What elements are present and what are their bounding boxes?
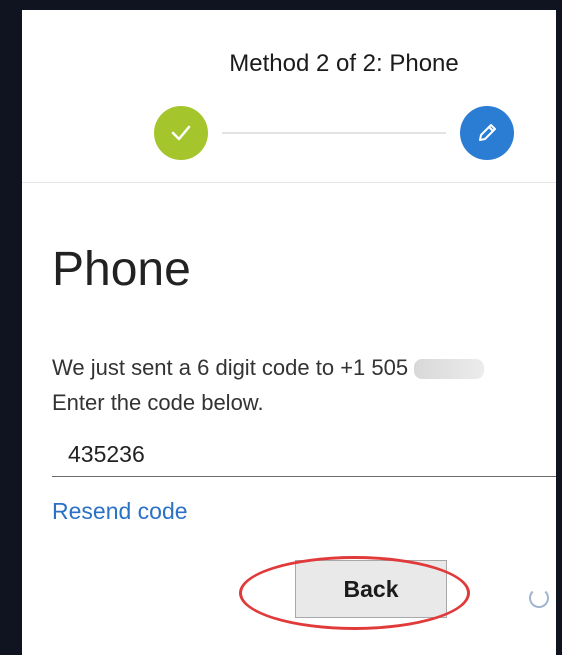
redacted-phone-number (414, 359, 485, 380)
step-2-current (460, 106, 514, 160)
message-line-2: Enter the code below. (52, 390, 264, 415)
back-button[interactable]: Back (295, 560, 447, 618)
method-title: Method 2 of 2: Phone (229, 50, 459, 77)
progress-header: Method 2 of 2: Phone (22, 10, 556, 183)
instruction-text: We just sent a 6 digit code to +1 505 En… (52, 350, 552, 420)
message-line-1: We just sent a 6 digit code to +1 505 (52, 350, 552, 385)
step-1-complete (154, 106, 208, 160)
check-icon (171, 125, 191, 141)
page-title: Phone (52, 243, 191, 296)
message-line-1-text: We just sent a 6 digit code to +1 505 (52, 355, 409, 380)
verification-code-input[interactable] (52, 433, 556, 477)
auth-card: Method 2 of 2: Phone Phone We just sent … (22, 10, 556, 655)
pencil-icon (479, 124, 496, 141)
resend-code-link[interactable]: Resend code (52, 498, 188, 525)
step-connector (222, 132, 446, 134)
loading-spinner-icon (529, 588, 549, 608)
